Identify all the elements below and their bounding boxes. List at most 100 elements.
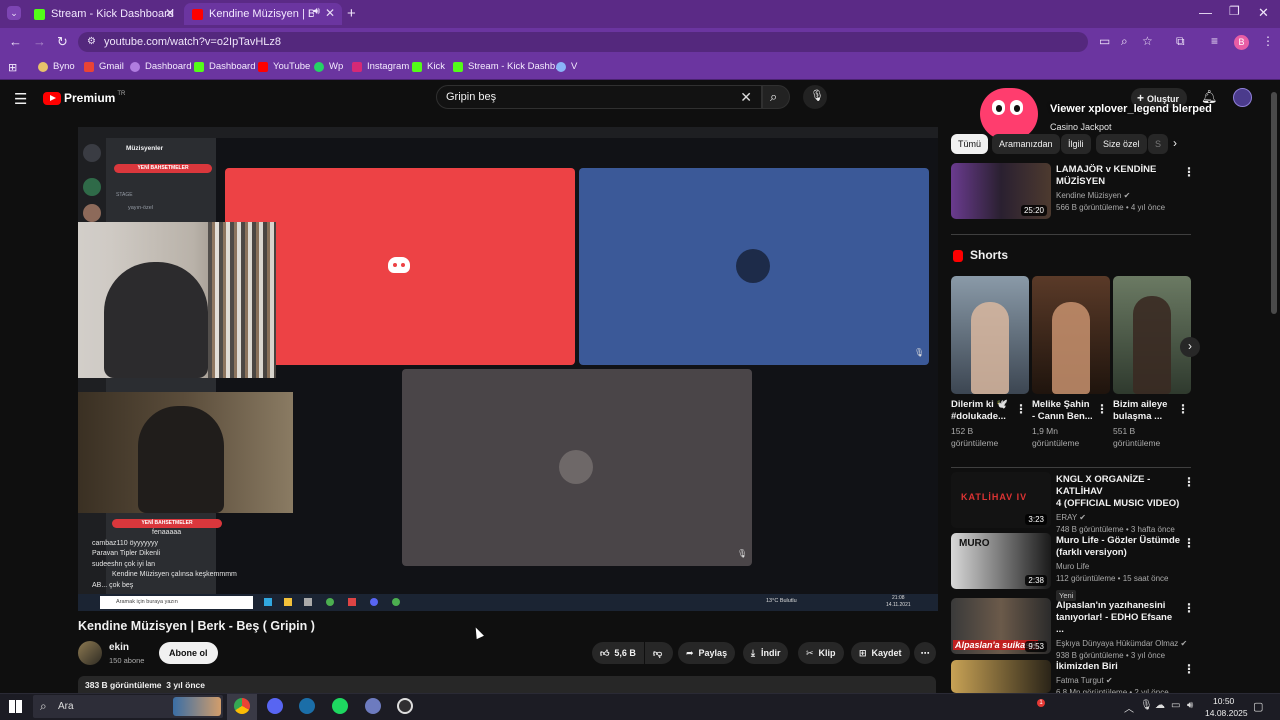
subscribe-button[interactable]: Abone ol <box>159 642 218 664</box>
bookmark-kick[interactable]: Kick <box>412 61 445 72</box>
extensions-icon[interactable]: ⧉ <box>1176 35 1185 47</box>
chip-more[interactable]: S <box>1148 134 1169 154</box>
related-thumbnail[interactable]: 25:20 <box>951 163 1051 219</box>
related-title[interactable]: Alpaslan'ın yazıhanesini <box>1056 600 1182 612</box>
bookmark-instagram[interactable]: Instagram <box>352 61 409 72</box>
related-title[interactable]: 4 (OFFICIAL MUSIC VIDEO) <box>1056 498 1182 510</box>
steam-icon[interactable] <box>299 698 315 714</box>
search-input[interactable]: Gripin beş ✕ <box>436 85 762 109</box>
bookmark-star-icon[interactable]: ☆ <box>1142 35 1153 47</box>
more-actions-button[interactable]: ⋯ <box>914 642 936 664</box>
tab-kick-dashboard[interactable]: Stream - Kick Dashboard ✕ <box>26 3 182 25</box>
related-title[interactable]: tanıyorlar! - EDHO Efsane ... <box>1056 612 1182 636</box>
related-title[interactable]: (farklı versiyon) <box>1056 547 1182 559</box>
like-button[interactable]: 👍︎ 5,6 B <box>592 642 644 664</box>
dislike-button[interactable]: 👎︎ <box>645 642 673 664</box>
tray-network-icon[interactable]: ▭ <box>1171 700 1180 711</box>
restore-window-icon[interactable]: ❐ <box>1229 5 1240 17</box>
close-tab-icon[interactable]: ✕ <box>325 6 335 20</box>
share-button[interactable]: ➦ Paylaş <box>678 642 736 664</box>
related-menu-icon[interactable]: ⋮ <box>1183 662 1195 676</box>
taskbar-search-box[interactable]: ⌕ Ara <box>33 695 223 718</box>
related-channel[interactable]: Eşkıya Dünyaya Hükümdar Olmaz ✔︎ <box>1056 638 1187 650</box>
tray-chevron-icon[interactable]: ︿ <box>1124 700 1134 715</box>
audio-playing-icon[interactable]: 🔊︎ <box>314 6 320 17</box>
channel-avatar[interactable] <box>78 641 102 665</box>
bookmark-wp[interactable]: Wp <box>314 61 343 72</box>
minimize-window-icon[interactable]: — <box>1199 6 1212 19</box>
related-menu-icon[interactable]: ⋮ <box>1183 601 1195 615</box>
short-title[interactable]: #dolukade... <box>951 411 1017 423</box>
related-title[interactable]: MÜZİSYEN <box>1056 176 1181 188</box>
short-title[interactable]: bulaşma ... <box>1113 411 1179 423</box>
related-title[interactable]: Muro Life - Gözler Üstümde <box>1056 535 1182 547</box>
tray-mic-icon[interactable]: 🎙︎ <box>1140 700 1153 711</box>
tray-cloud-icon[interactable]: ☁︎ <box>1155 700 1165 711</box>
hamburger-menu-icon[interactable]: ☰ <box>14 90 27 108</box>
related-thumbnail[interactable] <box>951 660 1051 693</box>
save-button[interactable]: ⊞ Kaydet <box>851 642 910 664</box>
discord-channel-name[interactable]: yayın-özel <box>128 205 153 211</box>
taskbar-time[interactable]: 10:50 <box>1213 696 1234 706</box>
bookmark-dashboard-1[interactable]: Dashboard <box>130 61 191 72</box>
bookmark-v[interactable]: V <box>556 61 577 72</box>
bookmark-dashboard-2[interactable]: Dashboard <box>194 61 255 72</box>
related-menu-icon[interactable]: ⋮ <box>1183 165 1195 179</box>
short-title[interactable]: Melike Şahin <box>1032 399 1098 411</box>
related-channel[interactable]: Fatma Turgut ✔︎ <box>1056 675 1182 687</box>
download-button[interactable]: ⤓ İndir <box>743 642 789 664</box>
new-tab-button[interactable]: + <box>347 6 356 21</box>
short-title[interactable]: - Canın Ben... <box>1032 411 1098 423</box>
bookmark-stream-kick[interactable]: Stream - Kick Dashb... <box>453 61 563 72</box>
bookmark-byno[interactable]: Byno <box>38 61 75 72</box>
tab-youtube-video[interactable]: Kendine Müzisyen | Berk - B 🔊︎ ✕ <box>184 3 342 25</box>
related-title[interactable]: LAMAJÖR v KENDİNE <box>1056 164 1181 176</box>
shorts-next-button[interactable]: › <box>1180 337 1200 357</box>
chrome-icon[interactable] <box>234 698 250 714</box>
back-icon[interactable]: ← <box>9 35 22 48</box>
clip-button[interactable]: ✂ Klip <box>798 642 844 664</box>
obs-icon[interactable] <box>397 698 413 714</box>
related-title[interactable]: İkimizden Biri <box>1056 661 1182 673</box>
reload-icon[interactable]: ↻ <box>57 35 68 48</box>
related-menu-icon[interactable]: ⋮ <box>1183 475 1195 489</box>
related-thumbnail[interactable]: KATLİHAV IV 3:23 <box>951 472 1051 528</box>
bookmark-gmail[interactable]: Gmail <box>84 61 124 72</box>
notification-center-icon[interactable]: ▢ <box>1253 700 1263 713</box>
short-title[interactable]: Dilerim ki 🕊️ <box>951 399 1017 411</box>
cast-icon[interactable]: ▭ <box>1099 35 1110 47</box>
start-button-icon[interactable] <box>9 700 22 713</box>
site-info-icon[interactable]: ⚙︎ <box>87 32 96 52</box>
bookmark-youtube[interactable]: YouTube <box>258 61 310 72</box>
related-title[interactable]: KNGL X ORGANİZE - KATLİHAV <box>1056 474 1182 498</box>
close-window-icon[interactable]: ✕ <box>1258 6 1269 19</box>
related-channel[interactable]: Kendine Müzisyen ✔︎ <box>1056 190 1181 202</box>
address-bar[interactable]: ⚙︎ youtube.com/watch?v=o2IpTavHLz8 <box>78 32 1088 52</box>
chip-from-search[interactable]: Aramanızdan <box>992 134 1060 154</box>
app-icon[interactable] <box>365 698 381 714</box>
chrome-menu-icon[interactable]: ⋮ <box>1262 35 1274 47</box>
short-menu-icon[interactable]: ⋮ <box>1015 402 1027 416</box>
short-thumbnail[interactable] <box>1113 276 1191 394</box>
account-avatar[interactable] <box>1233 88 1252 107</box>
taskbar-date[interactable]: 14.08.2025 <box>1205 708 1248 718</box>
related-channel[interactable]: Muro Life <box>1056 561 1182 573</box>
short-menu-icon[interactable]: ⋮ <box>1177 402 1189 416</box>
related-channel[interactable]: ERAY ✔︎ <box>1056 512 1182 524</box>
description-box[interactable]: 383 B görüntüleme 3 yıl önce <box>78 676 936 693</box>
zoom-icon[interactable]: ⌕ <box>1121 35 1128 47</box>
channel-name[interactable]: ekin <box>109 642 129 653</box>
page-scrollbar[interactable] <box>1271 92 1277 314</box>
tray-volume-icon[interactable]: 🔊︎ <box>1187 700 1193 711</box>
youtube-logo[interactable]: Premium TR <box>43 91 125 105</box>
forward-icon[interactable]: → <box>33 35 46 48</box>
discord-mention-banner[interactable]: YENİ BAHSETMELER <box>114 164 212 173</box>
search-button[interactable]: ⌕ <box>762 85 790 109</box>
short-thumbnail[interactable] <box>1032 276 1110 394</box>
discord-icon[interactable] <box>267 698 283 714</box>
short-thumbnail[interactable] <box>951 276 1029 394</box>
close-tab-icon[interactable]: ✕ <box>165 6 175 20</box>
media-control-icon[interactable]: ≡ <box>1211 35 1218 47</box>
chip-for-you[interactable]: Size özel <box>1096 134 1147 154</box>
chips-next-icon[interactable]: › <box>1173 136 1177 150</box>
